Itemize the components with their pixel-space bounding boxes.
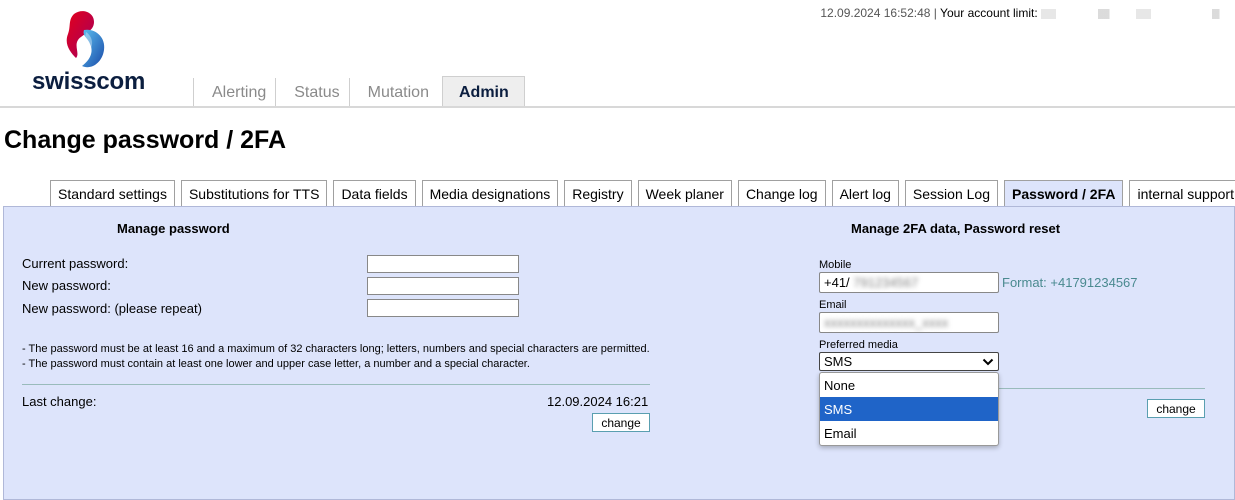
tab-password-2fa[interactable]: Password / 2FA [1003, 180, 1124, 206]
main-tab-admin[interactable]: Admin [441, 76, 525, 108]
mobile-label: Mobile [819, 259, 852, 271]
manage-password-title: Manage password [117, 221, 230, 236]
tab-data-fields[interactable]: Data fields [333, 180, 416, 206]
new-password-input[interactable] [367, 277, 519, 295]
media-option-none[interactable]: None [820, 373, 998, 397]
tab-session-log[interactable]: Session Log [904, 180, 998, 206]
tab-change-log[interactable]: Change log [737, 180, 826, 206]
preferred-media-select[interactable]: SMS [819, 352, 999, 371]
2fa-divider [999, 388, 1205, 389]
email-label: Email [819, 299, 847, 311]
password-rule-chars: - The password must contain at least one… [22, 358, 530, 370]
main-nav: Alerting Status Mutation Admin [193, 76, 525, 108]
chevron-down-icon [982, 358, 994, 365]
new-password-label: New password: [22, 278, 111, 293]
header-divider [0, 106, 1235, 108]
current-password-label: Current password: [22, 256, 129, 271]
password-divider [22, 384, 650, 385]
media-option-sms[interactable]: SMS [820, 397, 998, 421]
admin-sub-tabs: Standard settings Substitutions for TTS … [50, 180, 1235, 206]
current-datetime: 12.09.2024 16:52:48 [820, 6, 931, 20]
manage-2fa-title: Manage 2FA data, Password reset [851, 221, 1061, 236]
last-change-label: Last change: [22, 394, 97, 409]
tab-media-designations[interactable]: Media designations [421, 180, 559, 206]
separator: | [933, 6, 937, 20]
email-input[interactable]: xxxxxxxxxxxxxx_xxxx [819, 312, 999, 333]
email-redacted: xxxxxxxxxxxxxx_xxxx [824, 315, 949, 330]
change-2fa-button[interactable]: change [1147, 399, 1205, 418]
preferred-media-value: SMS [824, 354, 853, 369]
repeat-password-input[interactable] [367, 299, 519, 317]
tab-alert-log[interactable]: Alert log [831, 180, 899, 206]
mobile-format-hint: Format: +41791234567 [1002, 275, 1138, 290]
password-rule-length: - The password must be at least 16 and a… [22, 343, 650, 355]
swisscom-logo[interactable]: swisscom [30, 10, 150, 100]
tab-standard-settings[interactable]: Standard settings [50, 180, 175, 206]
page-title: Change password / 2FA [4, 126, 287, 154]
change-password-button[interactable]: change [592, 413, 650, 432]
tab-registry[interactable]: Registry [564, 180, 632, 206]
current-password-input[interactable] [367, 255, 519, 273]
account-info: 12.09.2024 16:52:48 | Your account limit… [820, 6, 1231, 20]
settings-panel: Manage password Current password: New pa… [3, 206, 1235, 500]
main-tab-mutation[interactable]: Mutation [348, 78, 438, 108]
mobile-value: +41/ [824, 275, 850, 290]
header: swisscom 12.09.2024 16:52:48 | Your acco… [0, 0, 1235, 108]
mobile-redacted: 791234567 [853, 275, 919, 290]
tab-internal-support[interactable]: internal support center [1129, 180, 1235, 206]
preferred-media-label: Preferred media [819, 339, 898, 351]
main-tab-status[interactable]: Status [275, 78, 348, 108]
main-tab-alerting[interactable]: Alerting [193, 78, 275, 108]
account-limit-label: Your account limit: [940, 6, 1038, 20]
tab-week-planer[interactable]: Week planer [637, 180, 732, 206]
mobile-input[interactable]: +41/ 791234567 [819, 272, 999, 293]
repeat-password-label: New password: (please repeat) [22, 301, 202, 316]
media-option-email[interactable]: Email [820, 421, 998, 445]
swisscom-logo-icon [66, 11, 105, 68]
preferred-media-dropdown: None SMS Email [819, 372, 999, 446]
account-limit-redacted [1041, 8, 1231, 19]
brand-name: swisscom [32, 68, 146, 95]
last-change-value: 12.09.2024 16:21 [547, 394, 649, 409]
tab-substitutions-tts[interactable]: Substitutions for TTS [180, 180, 328, 206]
